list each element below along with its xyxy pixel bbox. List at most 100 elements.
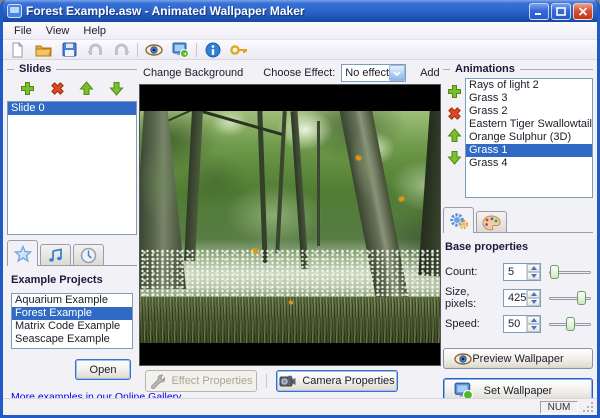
slides-title: Slides xyxy=(19,63,51,75)
menu-file[interactable]: File xyxy=(7,24,39,38)
minimize-button[interactable] xyxy=(529,3,549,20)
add-animation-label[interactable]: Add Anima xyxy=(420,67,441,79)
star-icon xyxy=(14,245,32,263)
wallpaper-preview[interactable] xyxy=(139,84,441,366)
animation-item[interactable]: Grass 4 xyxy=(466,157,592,170)
undo-icon xyxy=(87,42,104,57)
effect-value: No effect xyxy=(342,67,389,79)
animations-title: Animations xyxy=(455,63,515,75)
animation-item[interactable]: Orange Sulphur (3D) xyxy=(466,131,592,144)
slide-list-item[interactable]: Slide 0 xyxy=(8,102,136,115)
spin-up-icon[interactable] xyxy=(527,290,540,298)
butterfly xyxy=(289,301,293,304)
tab-example-projects[interactable] xyxy=(7,240,38,266)
wallpaper-actions: Preview Wallpaper Set Wallpaper xyxy=(443,340,593,398)
close-button[interactable] xyxy=(573,3,593,20)
size-slider[interactable] xyxy=(549,290,591,306)
animations-group-header: Animations xyxy=(443,62,593,76)
animation-item[interactable]: Grass 2 xyxy=(466,105,592,118)
tab-music[interactable] xyxy=(40,244,71,266)
size-spinner[interactable]: 425 xyxy=(503,289,541,307)
background-bar: Change Background Choose Effect: No effe… xyxy=(139,62,441,84)
window-title: Forest Example.asw - Animated Wallpaper … xyxy=(26,4,525,18)
move-animation-up-icon[interactable] xyxy=(447,128,462,143)
size-row: Size, pixels: 425 xyxy=(445,288,591,308)
spin-up-icon[interactable] xyxy=(527,264,540,272)
title-bar[interactable]: Forest Example.asw - Animated Wallpaper … xyxy=(3,0,597,22)
animations-list[interactable]: Rays of light 2 Grass 3 Grass 2 Eastern … xyxy=(465,78,593,198)
count-slider[interactable] xyxy=(549,264,591,280)
palette-icon xyxy=(482,215,501,231)
add-animation-icon[interactable] xyxy=(447,84,462,99)
move-animation-down-icon[interactable] xyxy=(447,150,462,165)
license-key-button[interactable] xyxy=(228,41,250,59)
spin-up-icon[interactable] xyxy=(527,316,540,324)
example-item[interactable]: Aquarium Example xyxy=(12,294,132,307)
camera-icon xyxy=(279,375,296,387)
slides-group-header: Slides xyxy=(7,62,137,76)
right-tabs xyxy=(443,207,593,233)
spin-down-icon[interactable] xyxy=(527,272,540,280)
online-gallery-link[interactable]: More examples in our Online Gallery xyxy=(11,391,133,398)
delete-slide-icon[interactable] xyxy=(50,81,65,96)
preview-wallpaper-button[interactable]: Preview Wallpaper xyxy=(443,348,593,369)
open-file-button[interactable] xyxy=(32,41,54,59)
eye-icon xyxy=(145,44,163,56)
camera-properties-button[interactable]: Camera Properties xyxy=(276,370,398,392)
save-floppy-icon xyxy=(62,42,77,57)
new-file-button[interactable] xyxy=(6,41,28,59)
toolbar xyxy=(3,40,597,60)
menu-view[interactable]: View xyxy=(39,24,77,38)
spin-down-icon[interactable] xyxy=(527,298,540,306)
set-wallpaper-tool-button[interactable] xyxy=(169,41,191,59)
animation-item[interactable]: Eastern Tiger Swallowtail (3D) xyxy=(466,118,592,131)
set-wallpaper-button[interactable]: Set Wallpaper xyxy=(443,378,593,398)
eye-icon xyxy=(454,353,472,365)
open-button[interactable]: Open xyxy=(75,359,131,380)
toolbar-separator xyxy=(196,43,197,57)
resize-grip[interactable] xyxy=(582,401,595,414)
spin-down-icon[interactable] xyxy=(527,324,540,332)
gear-icon xyxy=(449,212,469,230)
example-projects-title: Example Projects xyxy=(11,274,133,286)
speed-slider[interactable] xyxy=(549,316,591,332)
maximize-button[interactable] xyxy=(551,3,571,20)
animations-panel: Animations Rays of light 2 Grass 3 Grass… xyxy=(443,62,593,396)
example-item[interactable]: Matrix Code Example xyxy=(12,320,132,333)
move-slide-up-icon[interactable] xyxy=(79,81,94,96)
slide-buttons xyxy=(7,76,137,100)
count-spinner[interactable]: 5 xyxy=(503,263,541,281)
undo-button[interactable] xyxy=(84,41,106,59)
properties-bar: Effect Properties Camera Properties xyxy=(139,366,441,396)
monitor-arrow-icon xyxy=(454,382,473,399)
add-slide-icon[interactable] xyxy=(20,81,35,96)
effect-combobox[interactable]: No effect xyxy=(341,64,406,82)
delete-animation-icon[interactable] xyxy=(447,106,462,121)
main-content: Slides Slide 0 xyxy=(3,60,597,398)
speed-spinner[interactable]: 50 xyxy=(503,315,541,333)
example-projects-list[interactable]: Aquarium Example Forest Example Matrix C… xyxy=(11,293,133,349)
change-background-label[interactable]: Change Background xyxy=(143,67,243,79)
chevron-down-icon[interactable] xyxy=(389,65,405,81)
example-item[interactable]: Forest Example xyxy=(12,307,132,320)
left-tabs xyxy=(7,240,137,266)
tab-base-properties[interactable] xyxy=(443,207,474,233)
menu-help[interactable]: Help xyxy=(76,24,113,38)
example-item[interactable]: Seascape Example xyxy=(12,333,132,346)
bar-separator xyxy=(266,374,267,388)
animation-item[interactable]: Grass 1 xyxy=(466,144,592,157)
info-button[interactable] xyxy=(202,41,224,59)
tab-timer[interactable] xyxy=(73,244,104,266)
slides-panel: Slides Slide 0 xyxy=(7,62,137,396)
animation-item[interactable]: Rays of light 2 xyxy=(466,79,592,92)
redo-button[interactable] xyxy=(110,41,132,59)
wrench-icon xyxy=(149,373,165,389)
menu-bar: File View Help xyxy=(3,22,597,40)
preview-wallpaper-tool-button[interactable] xyxy=(143,41,165,59)
effect-properties-button[interactable]: Effect Properties xyxy=(145,370,257,392)
animation-item[interactable]: Grass 3 xyxy=(466,92,592,105)
slides-list[interactable]: Slide 0 xyxy=(7,101,137,235)
tab-color-properties[interactable] xyxy=(476,211,507,233)
save-button[interactable] xyxy=(58,41,80,59)
move-slide-down-icon[interactable] xyxy=(109,81,124,96)
